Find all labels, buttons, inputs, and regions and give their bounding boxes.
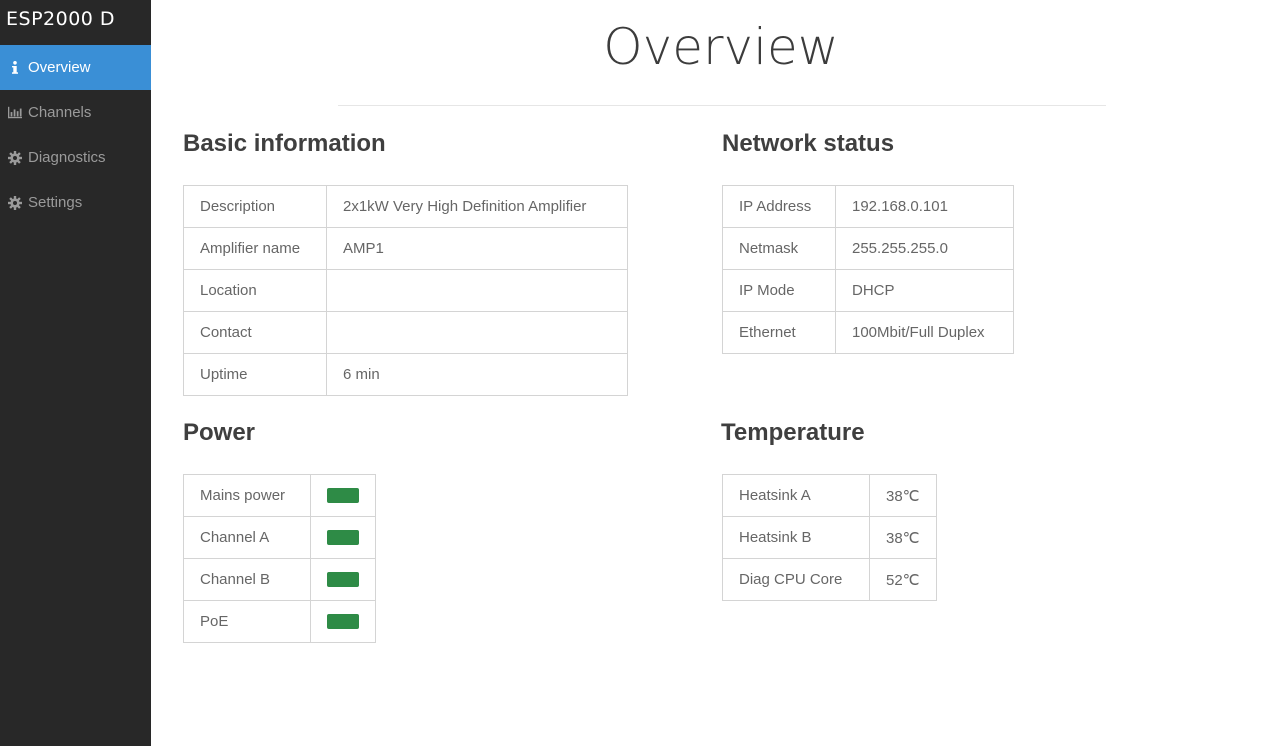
status-led [327, 488, 359, 503]
table-row: Description 2x1kW Very High Definition A… [183, 185, 628, 228]
row-value: 100Mbit/Full Duplex [835, 311, 1014, 354]
table-row: Channel A [183, 516, 376, 559]
gear-icon [8, 150, 22, 165]
table-row: PoE [183, 600, 376, 643]
status-indicator [310, 474, 376, 517]
row-value: DHCP [835, 269, 1014, 312]
table-row: IP Address 192.168.0.101 [722, 185, 1014, 228]
table-row: Amplifier name AMP1 [183, 227, 628, 270]
row-label: Mains power [183, 474, 311, 517]
status-indicator [310, 600, 376, 643]
row-value: 255.255.255.0 [835, 227, 1014, 270]
divider [338, 105, 1106, 106]
table-row: Heatsink A 38℃ [722, 474, 937, 517]
row-label: Heatsink A [722, 474, 870, 517]
status-led [327, 530, 359, 545]
temperature-heading: Temperature [721, 419, 865, 446]
sidebar-item-label: Channels [28, 104, 92, 121]
row-label: IP Mode [722, 269, 836, 312]
status-led [327, 572, 359, 587]
table-row: Ethernet 100Mbit/Full Duplex [722, 311, 1014, 354]
info-icon [8, 61, 22, 75]
row-label: PoE [183, 600, 311, 643]
sidebar-item-label: Diagnostics [28, 149, 106, 166]
table-row: Mains power [183, 474, 376, 517]
row-value: 38℃ [869, 474, 937, 517]
row-label: Channel A [183, 516, 311, 559]
sidebar-item-label: Settings [28, 194, 83, 211]
power-heading: Power [183, 419, 256, 446]
row-label: Location [183, 269, 327, 312]
status-indicator [310, 558, 376, 601]
table-row: Location [183, 269, 628, 312]
temperature-table: Heatsink A 38℃ Heatsink B 38℃ Diag CPU C… [722, 474, 937, 601]
basic-info-table: Description 2x1kW Very High Definition A… [183, 185, 628, 396]
bar-chart-icon [8, 106, 22, 120]
sidebar-item-overview[interactable]: Overview [0, 45, 151, 90]
sidebar-item-channels[interactable]: Channels [0, 90, 151, 135]
table-row: Heatsink B 38℃ [722, 516, 937, 559]
basic-info-heading: Basic information [183, 130, 386, 157]
status-led [327, 614, 359, 629]
sidebar-item-label: Overview [28, 59, 91, 76]
table-row: Uptime 6 min [183, 353, 628, 396]
network-status-table: IP Address 192.168.0.101 Netmask 255.255… [722, 185, 1014, 354]
row-label: Ethernet [722, 311, 836, 354]
table-row: IP Mode DHCP [722, 269, 1014, 312]
sidebar-item-diagnostics[interactable]: Diagnostics [0, 135, 151, 180]
row-label: Contact [183, 311, 327, 354]
row-value: 52℃ [869, 558, 937, 601]
sidebar-item-settings[interactable]: Settings [0, 180, 151, 225]
row-label: Diag CPU Core [722, 558, 870, 601]
row-label: Amplifier name [183, 227, 327, 270]
table-row: Netmask 255.255.255.0 [722, 227, 1014, 270]
power-table: Mains power Channel A Channel B PoE [183, 474, 376, 643]
network-status-heading: Network status [722, 130, 895, 157]
row-value: 192.168.0.101 [835, 185, 1014, 228]
sidebar: ESP2000 D Overview Channels Diagnostics … [0, 0, 151, 746]
status-indicator [310, 516, 376, 559]
row-label: Heatsink B [722, 516, 870, 559]
row-value: 2x1kW Very High Definition Amplifier [326, 185, 628, 228]
row-label: Channel B [183, 558, 311, 601]
row-label: IP Address [722, 185, 836, 228]
row-label: Netmask [722, 227, 836, 270]
row-value: 6 min [326, 353, 628, 396]
row-value [326, 269, 628, 312]
page-title: Overview [603, 18, 839, 76]
row-value: AMP1 [326, 227, 628, 270]
table-row: Channel B [183, 558, 376, 601]
table-row: Diag CPU Core 52℃ [722, 558, 937, 601]
row-value: 38℃ [869, 516, 937, 559]
row-label: Description [183, 185, 327, 228]
table-row: Contact [183, 311, 628, 354]
row-value [326, 311, 628, 354]
gear-icon [8, 195, 22, 210]
app-brand: ESP2000 D [6, 8, 116, 30]
row-label: Uptime [183, 353, 327, 396]
